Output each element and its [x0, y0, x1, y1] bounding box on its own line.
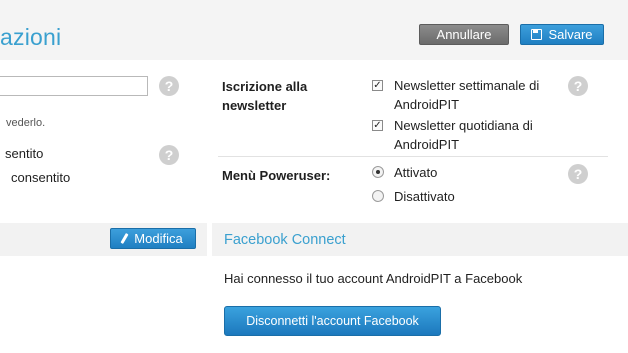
help-icon[interactable]: ? [568, 164, 588, 184]
cancel-button-label: Annullare [436, 27, 492, 42]
poweruser-label: Menù Poweruser: [222, 168, 331, 183]
divider [218, 156, 608, 157]
pencil-icon [120, 232, 129, 245]
weekly-newsletter-label: Newsletter settimanale di AndroidPIT [394, 78, 540, 112]
text-input[interactable] [0, 76, 148, 96]
newsletter-label: Iscrizione alla newsletter [222, 79, 308, 113]
save-icon [531, 29, 543, 40]
daily-newsletter-label: Newsletter quotidiana di AndroidPIT [394, 118, 533, 152]
help-icon[interactable]: ? [159, 76, 179, 96]
poweruser-on-label: Attivato [394, 165, 438, 180]
hint-text: vederlo. [6, 117, 46, 129]
poweruser-off-radio[interactable] [372, 190, 384, 202]
left-option-2: consentito [11, 170, 71, 185]
cancel-button[interactable]: Annullare [419, 24, 509, 45]
disconnect-facebook-label: Disconnetti l'account Facebook [246, 313, 419, 328]
daily-newsletter-checkbox[interactable]: ✓ [372, 120, 383, 131]
weekly-newsletter-checkbox[interactable]: ✓ [372, 80, 383, 91]
facebook-status-text: Hai connesso il tuo account AndroidPIT a… [224, 271, 523, 286]
poweruser-off-label: Disattivato [394, 189, 455, 204]
disconnect-facebook-button[interactable]: Disconnetti l'account Facebook [224, 306, 441, 336]
edit-button[interactable]: Modifica [110, 228, 196, 249]
poweruser-on-radio[interactable] [372, 166, 384, 178]
page-title: azioni [0, 24, 62, 50]
left-option-1: sentito [5, 146, 44, 161]
edit-button-label: Modifica [134, 231, 183, 246]
help-icon[interactable]: ? [568, 76, 588, 96]
help-icon[interactable]: ? [159, 145, 179, 165]
save-button[interactable]: Salvare [520, 24, 604, 45]
facebook-section-title: Facebook Connect [224, 232, 346, 248]
save-button-label: Salvare [548, 27, 593, 42]
